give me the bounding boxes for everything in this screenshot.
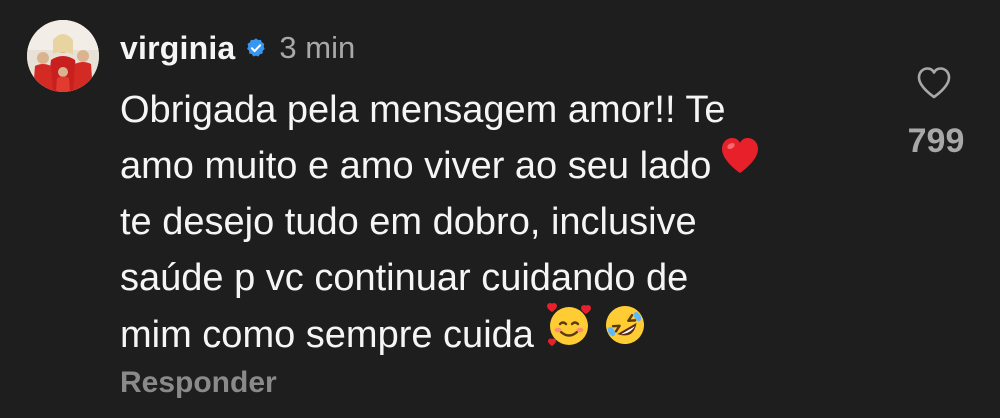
smiling-face-with-hearts-emoji-icon bbox=[546, 302, 592, 364]
username[interactable]: virginia bbox=[120, 30, 235, 67]
verified-badge-icon bbox=[245, 37, 267, 59]
reply-button[interactable]: Responder bbox=[120, 366, 277, 400]
comment-line-text: saúde p vc continuar cuidando de bbox=[120, 257, 689, 299]
like-count: 799 bbox=[907, 122, 965, 160]
comment-line: amo muito e amo viver ao seu lado bbox=[120, 136, 860, 194]
heart-outline-icon[interactable] bbox=[916, 66, 952, 100]
comment-line: saúde p vc continuar cuidando de bbox=[120, 250, 860, 306]
timestamp: 3 min bbox=[279, 30, 356, 65]
comment-text: Obrigada pela mensagem amor!! Te amo mui… bbox=[120, 82, 860, 362]
like-column: 799 bbox=[890, 60, 982, 170]
comment-line-text: mim como sempre cuida bbox=[120, 314, 534, 357]
rolling-on-the-floor-laughing-emoji-icon bbox=[602, 302, 648, 364]
comment-line: te desejo tudo em dobro, inclusive bbox=[120, 194, 860, 250]
comment-line-text: Obrigada pela mensagem amor!! Te bbox=[120, 89, 726, 131]
comment: virginia 3 min Obrigada pela mensagem am… bbox=[0, 0, 1000, 418]
red-heart-emoji-icon bbox=[719, 136, 761, 192]
comment-line: mim como sempre cuida bbox=[120, 303, 860, 362]
avatar[interactable] bbox=[27, 20, 99, 92]
avatar-photo-icon bbox=[27, 20, 99, 92]
comment-line-text: te desejo tudo em dobro, inclusive bbox=[120, 201, 697, 243]
comment-line-text: amo muito e amo viver ao seu lado bbox=[120, 145, 712, 187]
comment-line: Obrigada pela mensagem amor!! Te bbox=[120, 82, 860, 138]
comment-header: virginia 3 min bbox=[120, 26, 355, 70]
